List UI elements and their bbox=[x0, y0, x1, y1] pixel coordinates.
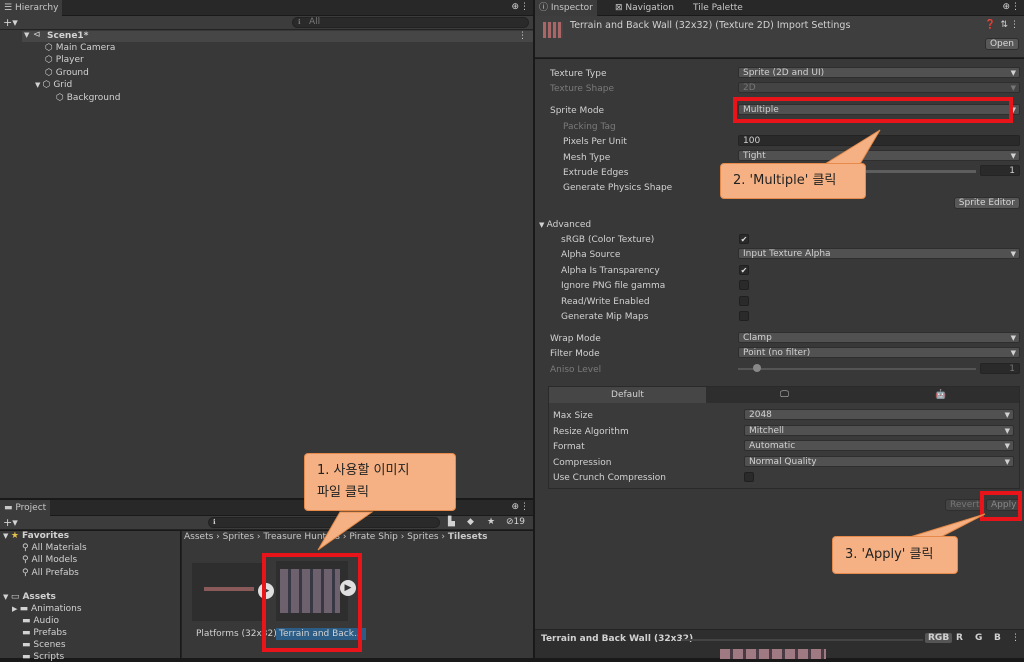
callout-pointer-step1 bbox=[317, 511, 374, 551]
callout-step2: 2. 'Multiple' 클릭 bbox=[720, 163, 866, 199]
callout-pointer-step2 bbox=[823, 129, 881, 165]
callout-step3: 3. 'Apply' 클릭 bbox=[832, 536, 958, 574]
callout-step1-line1: 1. 사용할 이미지 bbox=[317, 463, 410, 478]
callout-step1-line2: 파일 클릭 bbox=[317, 485, 369, 500]
callout-step1: 1. 사용할 이미지 파일 클릭 bbox=[304, 453, 456, 511]
